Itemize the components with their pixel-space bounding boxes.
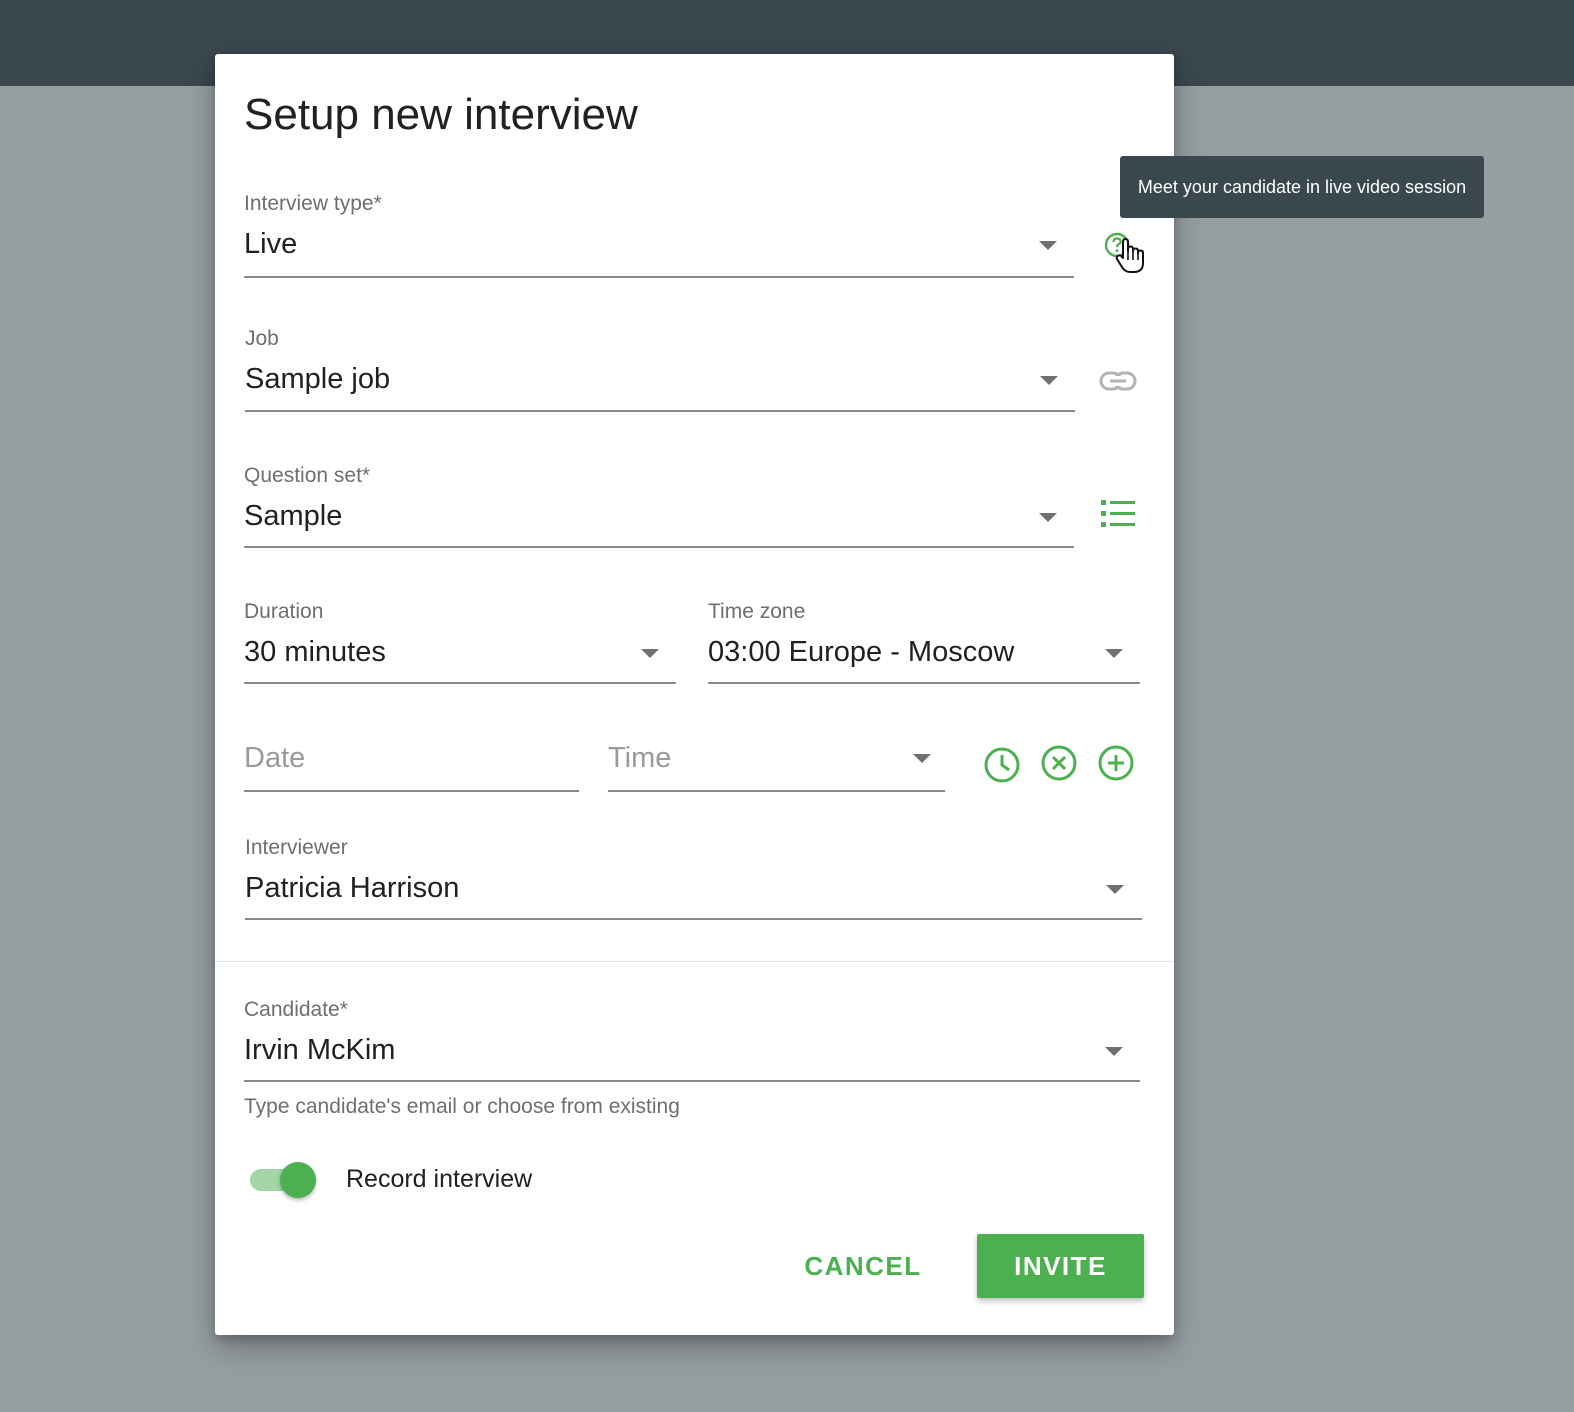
interviewer-label: Interviewer (245, 836, 348, 859)
time-zone-select[interactable]: Time zone 03:00 Europe - Moscow (708, 600, 1140, 684)
setup-interview-dialog: Setup new interview Interview type* Live… (215, 54, 1174, 1335)
duration-value: 30 minutes (244, 636, 386, 668)
record-interview-label: Record interview (346, 1165, 533, 1193)
dialog-title: Setup new interview (244, 90, 638, 139)
link-icon[interactable] (1099, 370, 1137, 392)
job-label: Job (245, 327, 279, 350)
interview-type-label: Interview type* (244, 192, 382, 215)
date-placeholder: Date (244, 742, 306, 774)
chevron-down-icon (1105, 1047, 1123, 1056)
job-value: Sample job (245, 363, 391, 395)
hand-cursor-icon (1115, 238, 1144, 273)
interview-type-value: Live (244, 228, 298, 260)
list-icon[interactable] (1099, 498, 1137, 530)
invite-button[interactable]: INVITE (977, 1234, 1144, 1298)
chevron-down-icon (1106, 885, 1124, 894)
interview-type-select[interactable]: Interview type* Live (244, 192, 1074, 278)
date-input[interactable]: Date (244, 736, 579, 792)
candidate-input[interactable]: Candidate* Irvin McKim (244, 998, 1140, 1082)
record-interview-toggle[interactable] (250, 1160, 320, 1200)
question-set-value: Sample (244, 500, 343, 532)
time-zone-value: 03:00 Europe - Moscow (708, 636, 1015, 668)
candidate-value: Irvin McKim (244, 1034, 396, 1066)
job-select[interactable]: Job Sample job (245, 327, 1075, 412)
duration-label: Duration (244, 600, 324, 623)
chevron-down-icon (1039, 513, 1057, 522)
time-select[interactable]: Time (608, 736, 945, 792)
candidate-helper-text: Type candidate's email or choose from ex… (244, 1095, 680, 1118)
toggle-knob (280, 1162, 316, 1198)
interviewer-select[interactable]: Interviewer Patricia Harrison (245, 836, 1142, 920)
remove-circle-icon[interactable] (1040, 744, 1078, 782)
chevron-down-icon (1039, 241, 1057, 250)
cancel-button[interactable]: CANCEL (798, 1234, 928, 1298)
candidate-label: Candidate* (244, 998, 348, 1021)
time-zone-label: Time zone (708, 600, 806, 623)
interviewer-value: Patricia Harrison (245, 872, 460, 904)
chevron-down-icon (1040, 376, 1058, 385)
time-placeholder: Time (608, 742, 672, 774)
duration-select[interactable]: Duration 30 minutes (244, 600, 676, 684)
clock-icon[interactable] (983, 746, 1021, 784)
add-circle-icon[interactable] (1097, 744, 1135, 782)
question-set-select[interactable]: Question set* Sample (244, 464, 1074, 548)
chevron-down-icon (1105, 649, 1123, 658)
question-set-label: Question set* (244, 464, 371, 487)
interview-type-tooltip: Meet your candidate in live video sessio… (1120, 156, 1484, 218)
section-divider (215, 961, 1174, 962)
chevron-down-icon (913, 754, 931, 763)
chevron-down-icon (641, 649, 659, 658)
